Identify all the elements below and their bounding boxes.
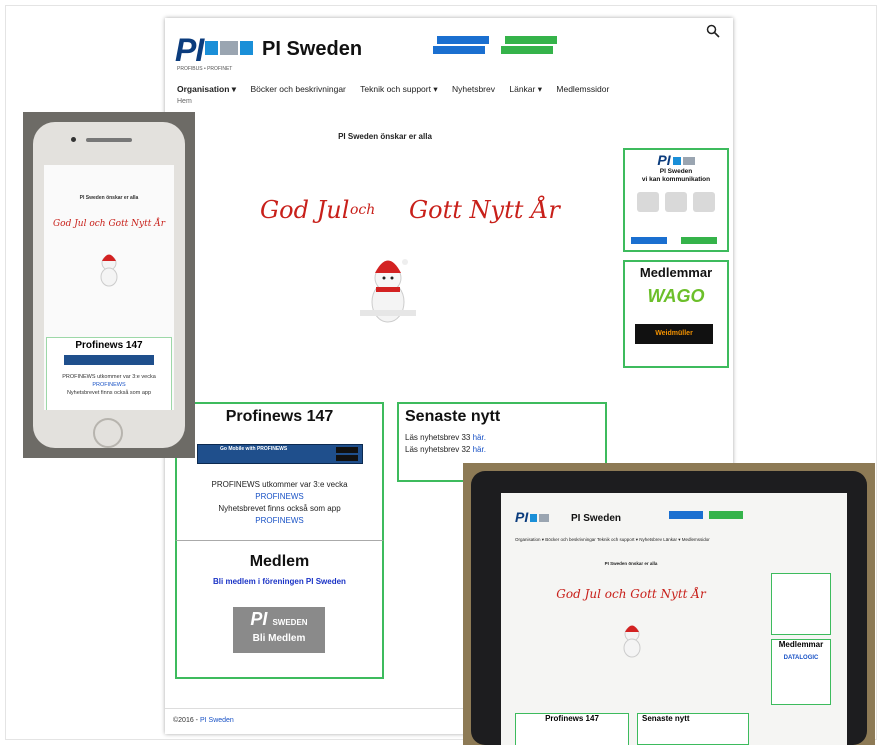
phone-link-1[interactable]: PROFINEWS [47, 381, 171, 389]
wago-logo[interactable]: WAGO [625, 286, 727, 307]
tablet-screen: PI PI Sweden Organisation ▾ Böcker och b… [501, 493, 847, 745]
profinews-link-2[interactable]: PROFINEWS [177, 515, 382, 527]
phone-card-title: Profinews 147 [75, 340, 143, 351]
nav-item-nyhetsbrev[interactable]: Nyhetsbrev [452, 84, 495, 94]
tablet-body: PI PI Sweden Organisation ▾ Böcker och b… [471, 471, 867, 745]
ad-icon-row [625, 192, 727, 217]
weidmuller-logo[interactable]: Weidmüller [635, 324, 713, 344]
tablet-greeting: PI Sweden önskar er alla [604, 561, 658, 566]
phone-screen: PI Sweden önskar er alla God Jul och Got… [44, 165, 174, 410]
script-god-jul: God Jul [260, 196, 350, 224]
tablet-datalogic-logo: DATALOGIC [783, 655, 819, 661]
profibus-certified-logo [433, 36, 489, 54]
script-gott-nytt-ar: Gott Nytt År [409, 196, 560, 224]
phone-script: God Jul och Gott Nytt År [52, 219, 166, 229]
tablet-card-senaste: Senaste nytt [637, 713, 749, 745]
medlem-card: Medlem Bli medlem i föreningen PI Sweden… [175, 540, 384, 679]
tablet-ad-1 [771, 573, 831, 635]
search-icon[interactable] [706, 24, 720, 38]
tablet-bear-image [623, 625, 641, 658]
profinews-text-2: Nyhetsbrevet finns också som app [218, 504, 341, 513]
senaste-nytt-title: Senaste nytt [405, 408, 501, 425]
badge-sweden: SWEDEN [272, 618, 308, 627]
medlemmar-title: Medlemmar [639, 265, 713, 280]
ad-line-1: PI Sweden [659, 168, 693, 175]
nav-item-hem[interactable]: Hem [177, 98, 192, 105]
phone-profinews-card: Profinews 147 PROFINEWS utkommer var 3:e… [46, 337, 172, 410]
phone-bear-image [100, 254, 118, 287]
christmas-bear-image [360, 259, 416, 323]
phone-home-button [93, 418, 123, 448]
tablet-pi-logo: PI [515, 509, 550, 525]
tablet-ad-title: Medlemmar [778, 640, 824, 649]
ad-line-2: vi kan kommunikation [641, 176, 711, 183]
tablet-title: PI Sweden [571, 513, 622, 524]
phone-body: PI Sweden önskar er alla God Jul och Got… [33, 122, 185, 448]
tablet-ad-2: Medlemmar DATALOGIC [771, 639, 831, 705]
tablet-script: God Jul och Gott Nytt År [556, 587, 706, 601]
tablet-photo: PI PI Sweden Organisation ▾ Böcker och b… [463, 463, 875, 745]
pi-sweden-ad[interactable]: PI PI Sweden vi kan kommunikation [623, 148, 729, 252]
nyhetsbrev-33-line: Läs nyhetsbrev 33 här. [405, 433, 486, 442]
profinews-link-1[interactable]: PROFINEWS [177, 491, 382, 503]
tablet-nav: Organisation ▾ Böcker och beskrivningar … [515, 537, 710, 542]
phone-text-2: Nyhetsbrevet finns också som app [66, 390, 152, 396]
profinews-text-1: PROFINEWS utkommer var 3:e vecka [211, 480, 348, 489]
nyhetsbrev-32-line: Läs nyhetsbrev 32 här. [405, 445, 486, 454]
badge-bli-medlem: Bli Medlem [252, 633, 306, 644]
nav-item-organisation[interactable]: Organisation ▾ [177, 84, 236, 94]
tablet-card-profinews: Profinews 147 [515, 713, 629, 745]
nyhetsbrev-32-link[interactable]: här. [473, 445, 486, 454]
nav-item-bocker[interactable]: Böcker och beskrivningar [250, 84, 345, 94]
site-title[interactable]: PI Sweden [262, 38, 362, 61]
bli-medlem-link[interactable]: Bli medlem i föreningen PI Sweden [177, 577, 382, 586]
ad-pi-logo: PI [625, 152, 727, 168]
nav-item-lankar[interactable]: Länkar ▾ [509, 84, 542, 94]
greeting-text: PI Sweden önskar er alla [338, 132, 432, 141]
phone-photo: PI Sweden önskar er alla God Jul och Got… [23, 112, 195, 458]
profinews-app-banner[interactable]: Go Mobile with PROFINEWS [197, 444, 363, 464]
profinews-card: Profinews 147 Go Mobile with PROFINEWS P… [175, 402, 384, 542]
ad-cert-logos [631, 237, 717, 244]
bli-medlem-badge[interactable]: PI SWEDEN Bli Medlem [233, 607, 325, 653]
main-nav: Organisation ▾ Böcker och beskrivningar … [177, 84, 621, 105]
profinet-certified-logo [501, 36, 557, 54]
script-och: och [350, 202, 376, 218]
pi-logo-text: PI [175, 32, 204, 68]
phone-greeting: PI Sweden önskar er alla [79, 195, 139, 201]
tablet-cert-logos [669, 511, 743, 519]
app-banner-text: Go Mobile with PROFINEWS [220, 446, 288, 452]
pi-logo[interactable]: PI PROFIBUS • PROFINET [175, 32, 254, 72]
nav-item-teknik[interactable]: Teknik och support ▾ [360, 84, 438, 94]
footer-link[interactable]: PI Sweden [200, 717, 234, 724]
profinews-title: Profinews 147 [225, 408, 334, 425]
phone-text-1: PROFINEWS utkommer var 3:e vecka [62, 374, 156, 380]
phone-app-banner[interactable] [64, 355, 154, 365]
medlemmar-ad: Medlemmar WAGO Weidmüller [623, 260, 729, 368]
nav-item-medlemssidor[interactable]: Medlemssidor [556, 84, 609, 94]
footer-copyright: ©2016 - [173, 717, 199, 724]
badge-pi: PI [250, 609, 268, 629]
pi-logo-tagline: PROFIBUS • PROFINET [177, 66, 233, 72]
nyhetsbrev-33-link[interactable]: här. [473, 433, 486, 442]
medlem-title: Medlem [249, 553, 310, 570]
